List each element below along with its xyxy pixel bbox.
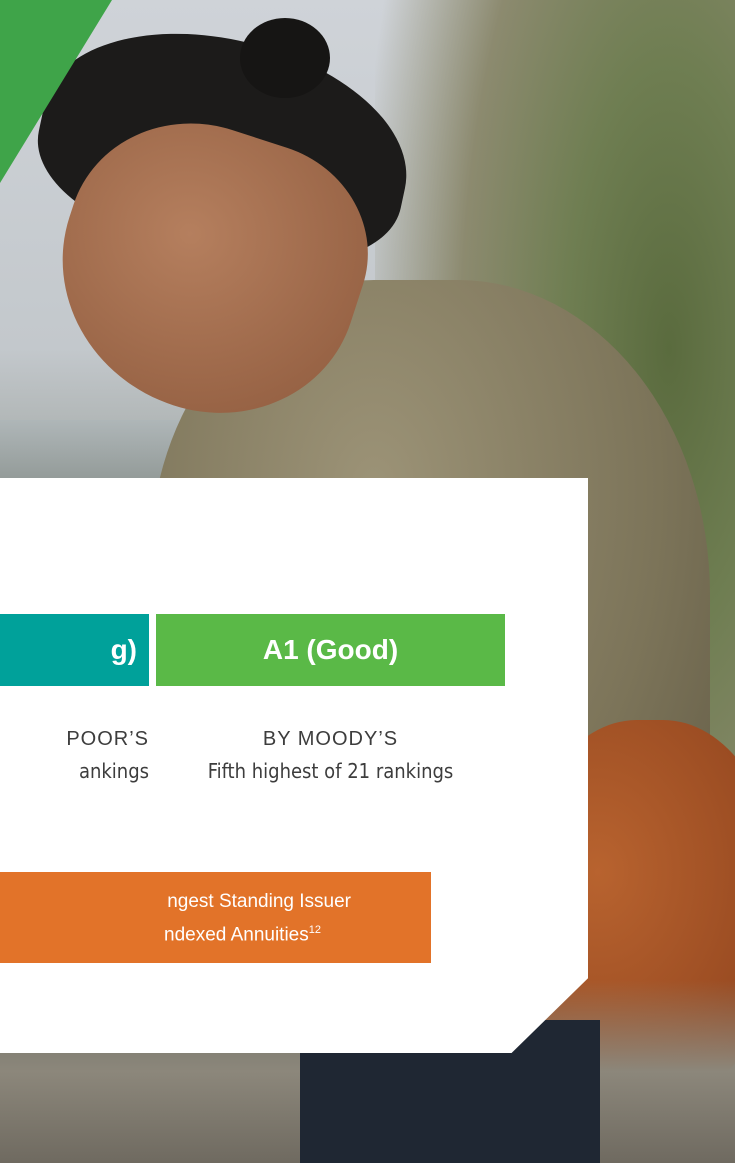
moodys-rating-label: A1 (Good) [262,634,399,665]
moodys-agency-name: BY MOODY’S [262,728,399,750]
sp-rating-detail: ankings [78,759,149,783]
green-corner-triangle [0,0,112,183]
moodys-rating-detail: Fifth highest of 21 rankings [207,759,454,783]
banner-line-1: ngest Standing Issuer [167,891,351,912]
sp-rating-label: g) [110,634,137,665]
sp-agency-name: POOR’S [66,728,149,750]
moodys-rating-badge: A1 (Good) [156,614,505,686]
standing-issuer-banner: ngest Standing Issuer ndexed Annuities12 [0,872,431,963]
ratings-card: g) A1 (Good) POOR’S BY MOODY’S ankings F… [0,478,588,1053]
sp-rating-badge: g) [0,614,149,686]
footnote-marker: 12 [308,924,321,936]
banner-line-2: ndexed Annuities12 [164,924,321,946]
hair-bun [240,18,330,98]
